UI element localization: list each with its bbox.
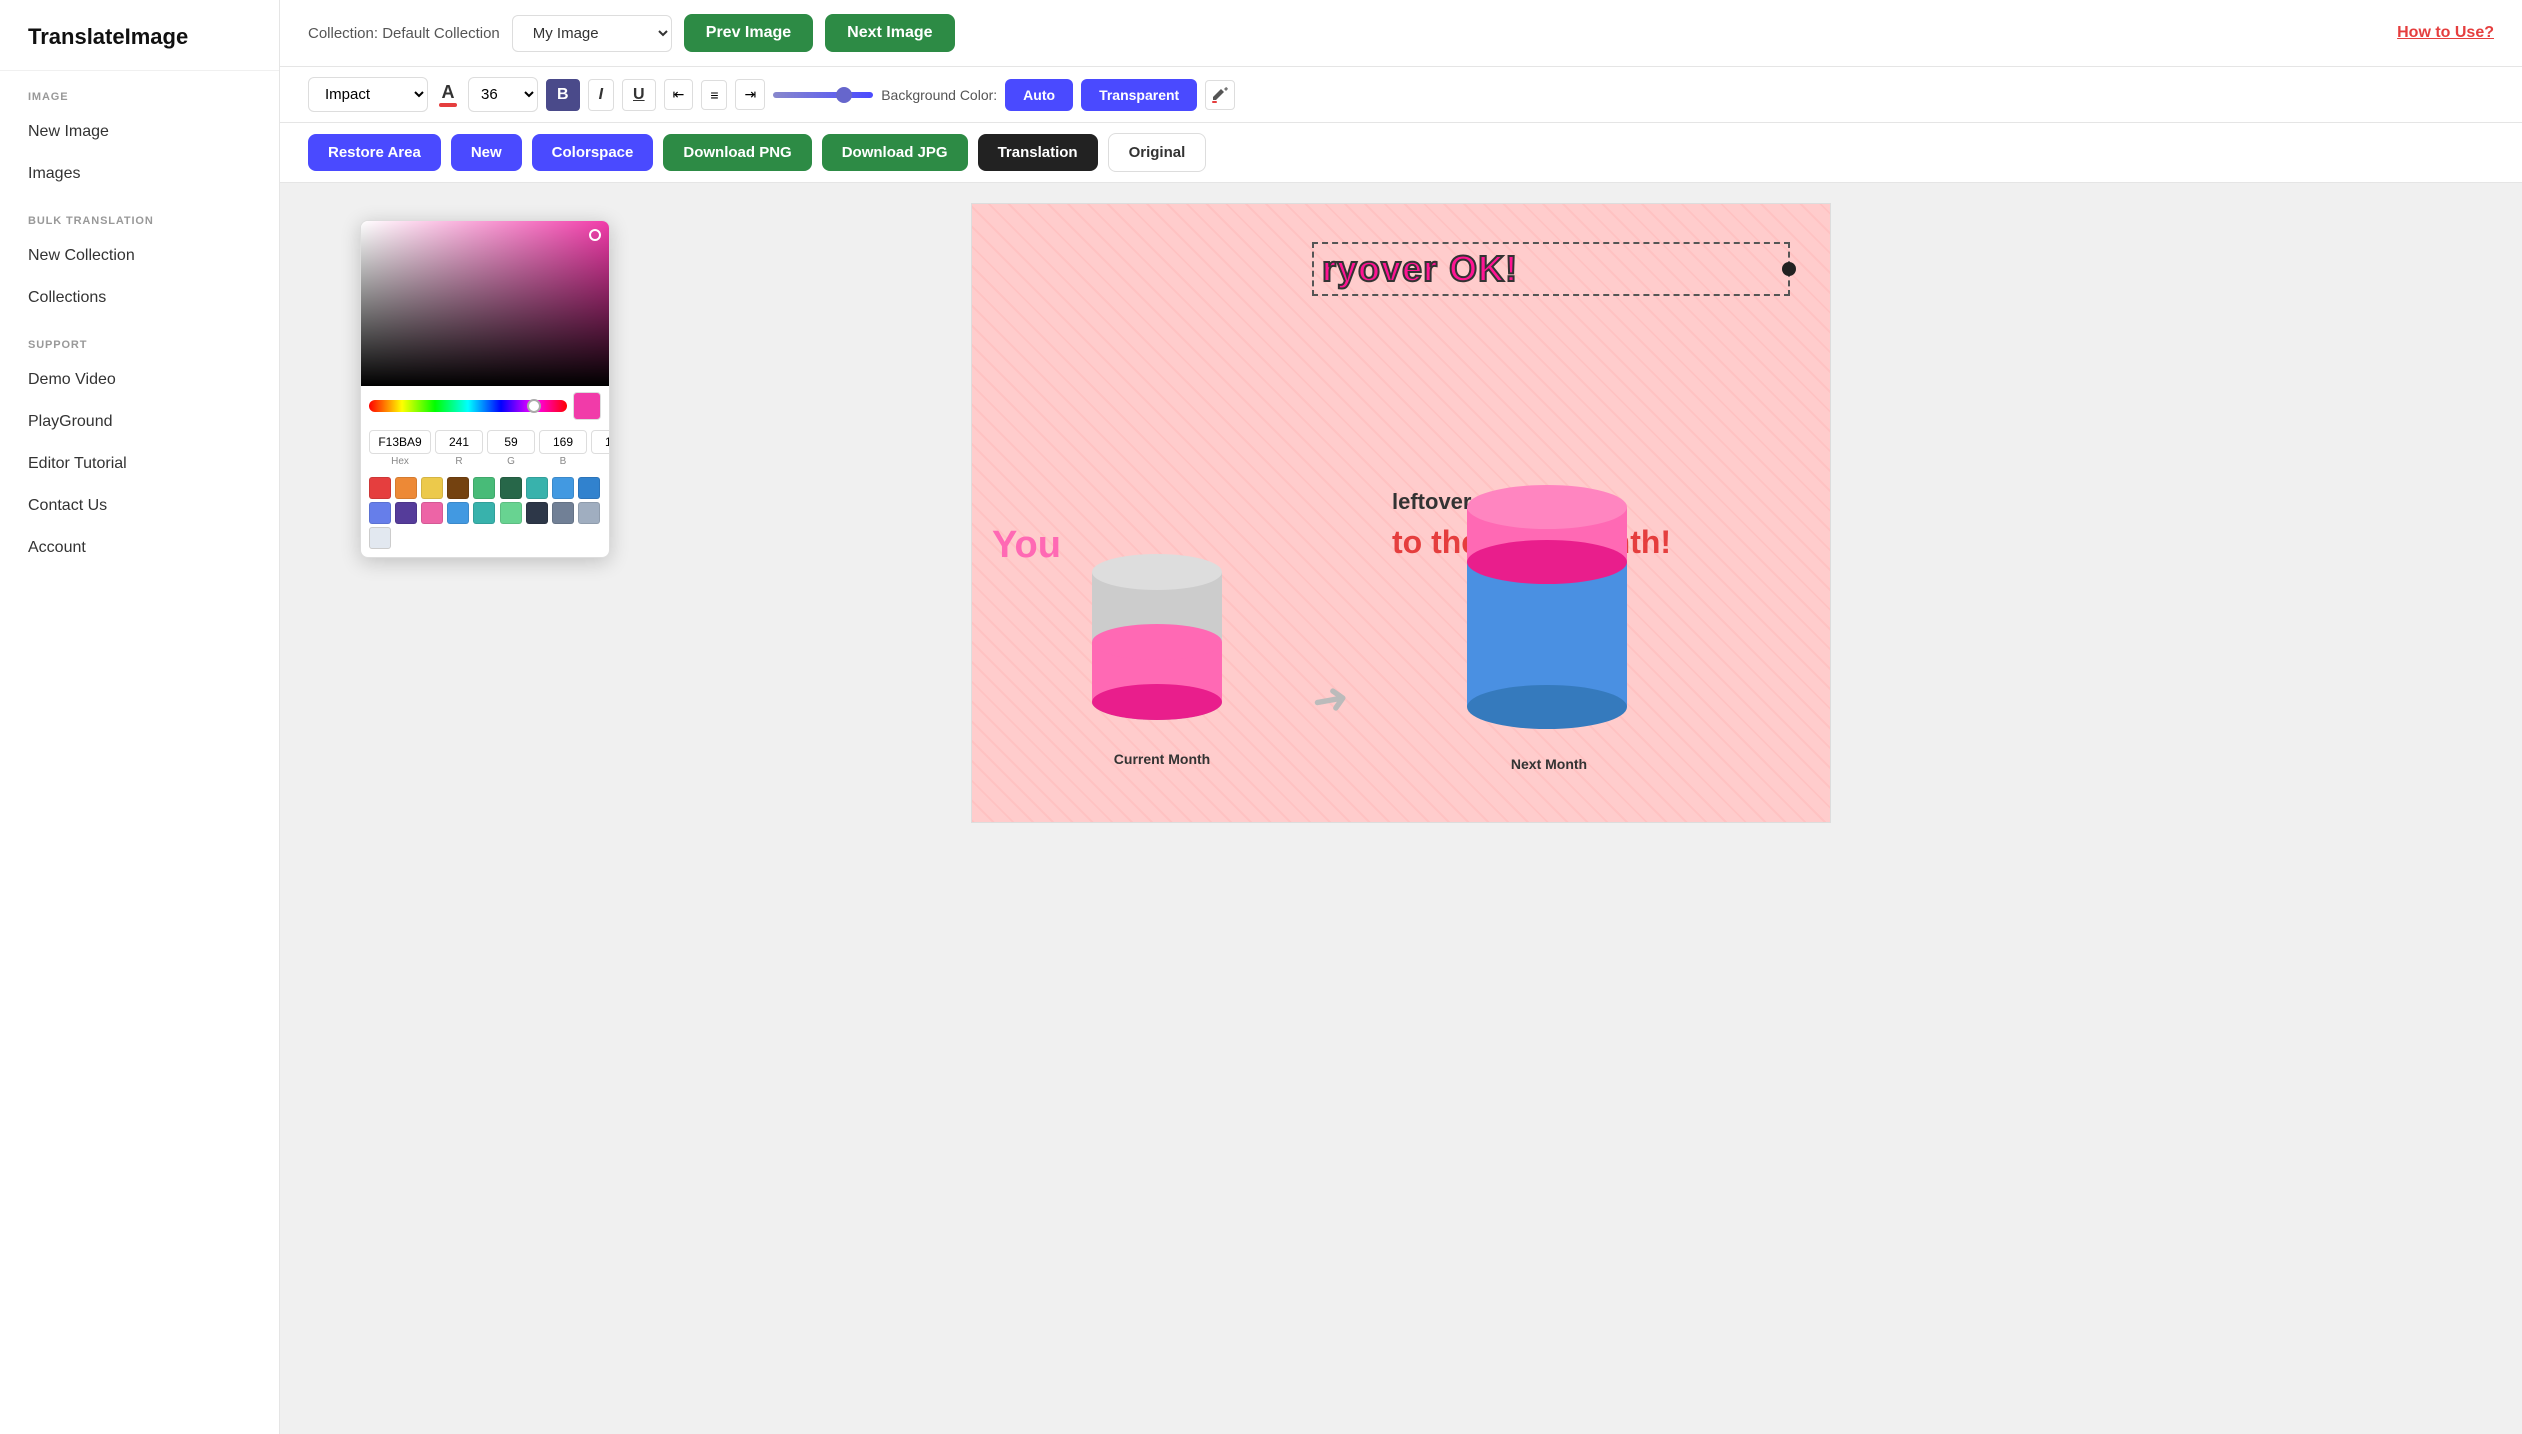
image-select[interactable]: My Image [512, 15, 672, 52]
prev-image-button[interactable]: Prev Image [684, 14, 813, 52]
text-color-swatch[interactable]: A [436, 83, 460, 107]
swatch-light-gray[interactable] [578, 502, 600, 524]
hex-input[interactable]: F13BA9 [369, 430, 431, 454]
gradient-handle[interactable] [589, 229, 601, 241]
swatch-purple[interactable] [395, 502, 417, 524]
sidebar-item-collections[interactable]: Collections [0, 277, 279, 319]
hex-label: Hex [391, 456, 409, 467]
a-field: 100 A [591, 430, 610, 467]
editor-toolbar: Impact A 36 B I U ⇤ ≡ ⇥ Background Color… [280, 67, 2522, 123]
swatch-yellow[interactable] [421, 477, 443, 499]
current-month-cylinder [1072, 512, 1242, 742]
canvas-area: ryover OK! leftover data You to the next… [280, 183, 2522, 1434]
sidebar-item-images[interactable]: Images [0, 153, 279, 195]
arrow-icon: ➜ [1308, 671, 1353, 728]
g-label: G [507, 456, 515, 467]
font-size-select[interactable]: 36 [468, 77, 538, 112]
swatch-brown[interactable] [447, 477, 469, 499]
color-swatches-grid [361, 473, 609, 557]
action-toolbar: Restore Area New Colorspace Download PNG… [280, 123, 2522, 183]
swatch-green[interactable] [473, 477, 495, 499]
b-field: 169 B [539, 430, 587, 467]
text-color-letter: A [442, 83, 455, 101]
sidebar-item-new-image[interactable]: New Image [0, 111, 279, 153]
image-canvas[interactable]: ryover OK! leftover data You to the next… [971, 203, 1831, 823]
fill-tool-icon[interactable] [1205, 80, 1235, 110]
bg-color-label: Background Color: [881, 87, 997, 103]
color-gradient-area[interactable] [361, 221, 609, 386]
color-values-row: F13BA9 Hex 241 R 59 G 169 B 100 A [361, 426, 609, 473]
pink-heading: You [992, 524, 1061, 567]
resize-handle[interactable] [1782, 262, 1796, 276]
how-to-use-link[interactable]: How to Use? [2397, 24, 2494, 42]
swatch-blue[interactable] [552, 477, 574, 499]
app-logo: TranslateImage [0, 0, 279, 71]
swatch-white[interactable] [369, 527, 391, 549]
align-right-button[interactable]: ⇥ [735, 79, 765, 110]
align-center-button[interactable]: ≡ [701, 80, 727, 110]
swatch-orange[interactable] [395, 477, 417, 499]
r-label: R [455, 456, 462, 467]
translation-button[interactable]: Translation [978, 134, 1098, 171]
swatch-indigo[interactable] [369, 502, 391, 524]
main-panel: Collection: Default Collection My Image … [280, 0, 2522, 1434]
sidebar-item-contact-us[interactable]: Contact Us [0, 485, 279, 527]
color-preview-swatch [573, 392, 601, 420]
support-section-label: SUPPORT [0, 319, 279, 359]
sidebar-item-playground[interactable]: PlayGround [0, 401, 279, 443]
swatch-teal[interactable] [526, 477, 548, 499]
r-input[interactable]: 241 [435, 430, 483, 454]
image-section-label: IMAGE [0, 71, 279, 111]
swatch-cyan[interactable] [473, 502, 495, 524]
original-button[interactable]: Original [1108, 133, 1207, 172]
g-field: 59 G [487, 430, 535, 467]
restore-area-button[interactable]: Restore Area [308, 134, 441, 171]
swatch-red[interactable] [369, 477, 391, 499]
next-month-label: Next Month [1469, 756, 1629, 772]
hex-field: F13BA9 Hex [369, 430, 431, 467]
b-input[interactable]: 169 [539, 430, 587, 454]
color-picker-popup: F13BA9 Hex 241 R 59 G 169 B 100 A [360, 220, 610, 558]
download-png-button[interactable]: Download PNG [663, 134, 811, 171]
sidebar: TranslateImage IMAGE New Image Images BU… [0, 0, 280, 1434]
r-field: 241 R [435, 430, 483, 467]
swatch-gray[interactable] [552, 502, 574, 524]
sidebar-item-account[interactable]: Account [0, 527, 279, 569]
new-button[interactable]: New [451, 134, 522, 171]
swatch-near-black[interactable] [526, 502, 548, 524]
hue-slider-row [361, 386, 609, 426]
opacity-slider[interactable] [773, 92, 873, 98]
download-jpg-button[interactable]: Download JPG [822, 134, 968, 171]
text-overlay-box[interactable]: ryover OK! [1312, 242, 1790, 296]
a-input[interactable]: 100 [591, 430, 610, 454]
italic-button[interactable]: I [588, 79, 614, 111]
hue-slider[interactable] [369, 400, 567, 412]
swatch-dark-green[interactable] [500, 477, 522, 499]
align-left-button[interactable]: ⇤ [664, 79, 694, 110]
font-family-select[interactable]: Impact [308, 77, 428, 112]
bold-button[interactable]: B [546, 79, 580, 111]
sidebar-item-new-collection[interactable]: New Collection [0, 235, 279, 277]
sidebar-item-demo-video[interactable]: Demo Video [0, 359, 279, 401]
transparent-button[interactable]: Transparent [1081, 79, 1197, 111]
bulk-section-label: BULK TRANSLATION [0, 195, 279, 235]
text-overlay-content: ryover OK! [1322, 248, 1518, 289]
next-image-button[interactable]: Next Image [825, 14, 954, 52]
next-month-cylinder [1452, 467, 1642, 747]
current-month-label: Current Month [1092, 751, 1232, 767]
colorspace-button[interactable]: Colorspace [532, 134, 654, 171]
swatch-light-blue[interactable] [447, 502, 469, 524]
auto-button[interactable]: Auto [1005, 79, 1073, 111]
swatch-light-green[interactable] [500, 502, 522, 524]
underline-button[interactable]: U [622, 79, 656, 111]
sidebar-item-editor-tutorial[interactable]: Editor Tutorial [0, 443, 279, 485]
g-input[interactable]: 59 [487, 430, 535, 454]
text-color-bar [439, 103, 457, 107]
swatch-dark-blue[interactable] [578, 477, 600, 499]
swatch-pink[interactable] [421, 502, 443, 524]
collection-label: Collection: Default Collection [308, 25, 500, 42]
topbar: Collection: Default Collection My Image … [280, 0, 2522, 67]
b-label: B [560, 456, 567, 467]
